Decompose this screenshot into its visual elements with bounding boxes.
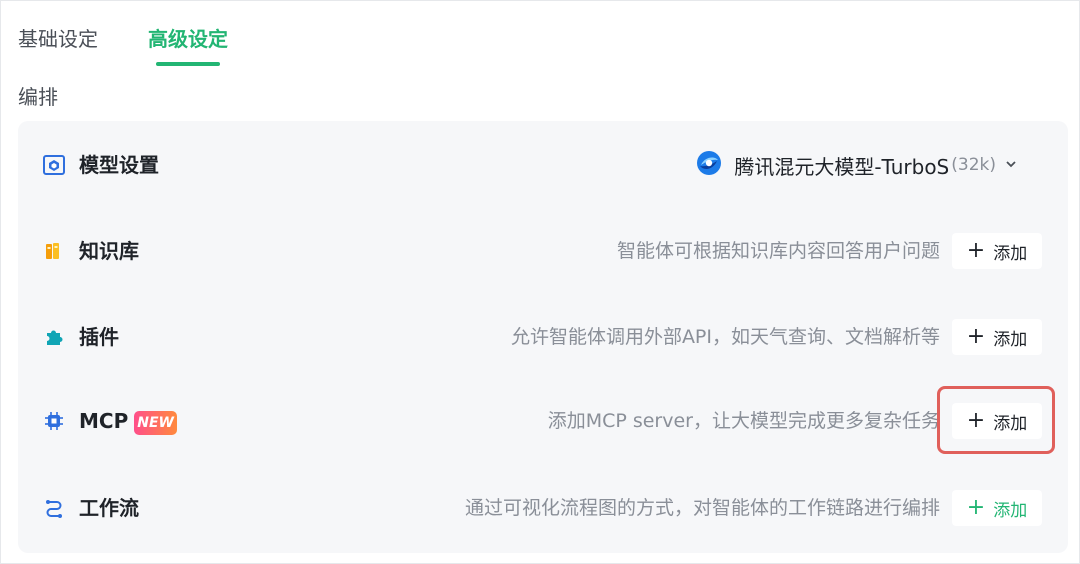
- add-button-label: 添加: [993, 243, 1028, 264]
- add-button-label: 添加: [993, 413, 1028, 434]
- plus-icon: +: [966, 408, 986, 433]
- workflow-title: 工作流: [79, 496, 139, 520]
- settings-tabs: 基础设定 高级设定: [18, 24, 278, 74]
- model-settings-row: 模型设置 腾讯混元大模型-TurboS (32k): [18, 135, 1068, 195]
- add-plugin-button[interactable]: + 添加: [952, 319, 1042, 355]
- plugin-desc: 允许智能体调用外部API，如天气查询、文档解析等: [510, 326, 940, 348]
- add-button-label: 添加: [993, 500, 1028, 521]
- chevron-down-icon: [1004, 156, 1018, 175]
- knowledge-base-title: 知识库: [79, 239, 139, 263]
- plus-icon: +: [966, 495, 986, 520]
- mcp-title: MCP NEW: [79, 406, 177, 436]
- knowledge-base-icon: [42, 239, 66, 263]
- hunyuan-logo-icon: [696, 150, 722, 180]
- section-label-orchestration: 编排: [18, 85, 58, 109]
- plugin-puzzle-icon: [42, 325, 66, 349]
- add-mcp-button[interactable]: + 添加: [952, 403, 1042, 439]
- orchestration-card: 模型设置 腾讯混元大模型-TurboS (32k) 知识库 智能体可根据知识库内…: [18, 121, 1068, 553]
- mcp-chip-icon: [42, 409, 66, 433]
- plus-icon: +: [966, 238, 986, 263]
- mcp-desc: 添加MCP server，让大模型完成更多复杂任务: [547, 410, 940, 432]
- knowledge-base-desc: 智能体可根据知识库内容回答用户问题: [616, 240, 940, 262]
- model-name: 腾讯混元大模型-TurboS: [734, 154, 950, 179]
- plugin-title: 插件: [79, 325, 119, 349]
- add-button-label: 添加: [993, 329, 1028, 350]
- model-settings-icon: [42, 153, 66, 177]
- plus-icon: +: [966, 324, 986, 349]
- workflow-desc: 通过可视化流程图的方式，对智能体的工作链路进行编排: [464, 497, 940, 519]
- model-settings-title: 模型设置: [79, 153, 159, 177]
- new-badge: NEW: [134, 410, 177, 435]
- mcp-row: MCP NEW 添加MCP server，让大模型完成更多复杂任务 + 添加: [18, 391, 1068, 451]
- mcp-title-text: MCP: [79, 409, 129, 433]
- model-select-dropdown[interactable]: 腾讯混元大模型-TurboS (32k): [696, 150, 1018, 180]
- knowledge-base-row: 知识库 智能体可根据知识库内容回答用户问题 + 添加: [18, 221, 1068, 281]
- plugin-row: 插件 允许智能体调用外部API，如天气查询、文档解析等 + 添加: [18, 307, 1068, 367]
- add-workflow-button[interactable]: + 添加: [952, 490, 1042, 526]
- tab-advanced-settings[interactable]: 高级设定: [148, 24, 228, 74]
- workflow-row: 工作流 通过可视化流程图的方式，对智能体的工作链路进行编排 + 添加: [18, 478, 1068, 538]
- add-knowledge-base-button[interactable]: + 添加: [952, 233, 1042, 269]
- tab-basic-settings[interactable]: 基础设定: [18, 24, 98, 74]
- model-context-length: (32k): [951, 155, 996, 175]
- workflow-icon: [42, 496, 66, 520]
